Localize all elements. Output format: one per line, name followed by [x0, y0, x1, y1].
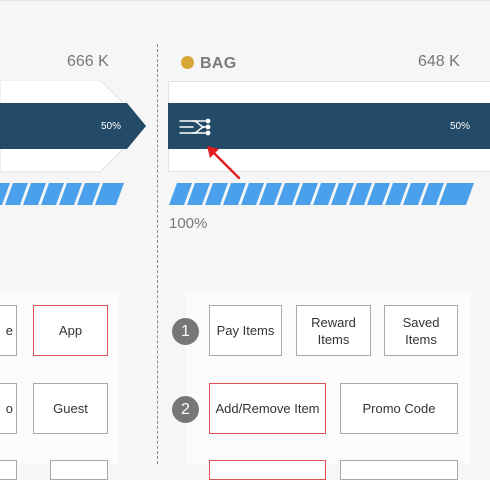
left-funnel-bar: [0, 80, 150, 174]
top-border: [0, 0, 490, 1]
left-partial-button-a[interactable]: [0, 460, 17, 480]
saved-items-button[interactable]: Saved Items: [384, 305, 458, 356]
guest-button[interactable]: Guest: [33, 383, 108, 434]
pointer-arrow-icon: [203, 142, 243, 182]
bag-title: BAG: [200, 55, 236, 73]
bag-progress-label: 50%: [450, 121, 470, 132]
left-cut-button-label: e: [6, 323, 13, 338]
step-2-number: 2: [181, 401, 190, 419]
pay-items-button[interactable]: Pay Items: [209, 305, 282, 356]
step-1-number: 1: [181, 323, 190, 341]
bag-progress-stripes: [169, 183, 475, 205]
left-cut-button-2[interactable]: o: [0, 383, 17, 434]
bag-column-value: 648 K: [418, 53, 460, 71]
left-cut-button-2-label: o: [6, 401, 13, 416]
pay-items-label: Pay Items: [217, 322, 275, 339]
bag-status-dot: [181, 56, 194, 69]
left-progress-label: 50%: [101, 121, 121, 132]
app-button-label: App: [59, 322, 82, 339]
add-remove-item-button[interactable]: Add/Remove Item: [209, 383, 326, 434]
promo-code-button[interactable]: Promo Code: [340, 383, 458, 434]
left-column-value: 666 K: [67, 53, 109, 71]
app-button[interactable]: App: [33, 305, 108, 356]
left-cut-button[interactable]: e: [0, 305, 17, 356]
bag-partial-button-b[interactable]: [340, 460, 458, 480]
left-partial-button-b[interactable]: [50, 460, 108, 480]
add-remove-item-label: Add/Remove Item: [215, 400, 319, 417]
column-divider: [157, 44, 158, 464]
guest-button-label: Guest: [53, 400, 88, 417]
step-2-badge: 2: [172, 396, 199, 423]
bag-partial-button-a[interactable]: [209, 460, 326, 480]
step-1-badge: 1: [172, 318, 199, 345]
left-progress-stripes: [0, 183, 126, 205]
reward-items-button[interactable]: Reward Items: [296, 305, 371, 356]
promo-code-label: Promo Code: [363, 400, 436, 417]
flow-lines-icon[interactable]: [179, 118, 215, 136]
reward-items-label: Reward Items: [311, 314, 356, 348]
saved-items-label: Saved Items: [401, 314, 441, 348]
bag-completion-label: 100%: [169, 215, 207, 232]
